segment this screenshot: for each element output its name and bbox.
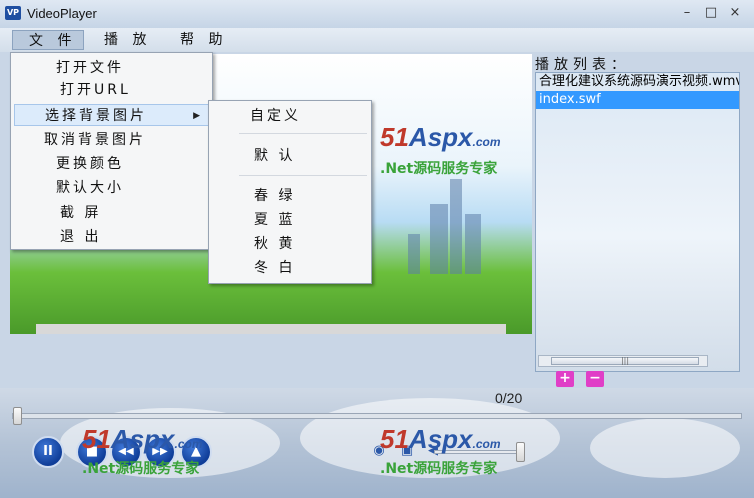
background-submenu: 自定义 默 认 春 绿 夏 蓝 秋 黄 冬 白	[208, 100, 372, 284]
submenu-arrow-icon: ▶	[193, 111, 200, 121]
menu-separator	[239, 175, 367, 176]
menu-file[interactable]: 文 件	[12, 30, 84, 50]
title-bar: VP VideoPlayer – □ ×	[0, 0, 754, 28]
building	[450, 179, 462, 274]
maximize-button[interactable]: □	[700, 4, 722, 22]
close-button[interactable]: ×	[724, 4, 746, 22]
submenu-winter-white[interactable]: 冬 白	[212, 257, 368, 279]
menu-default-size[interactable]: 默认大小	[14, 177, 209, 199]
watermark-logo: 51Aspx.com	[380, 122, 501, 152]
window-title: VideoPlayer	[27, 6, 97, 21]
menu-cancel-background[interactable]: 取消背景图片	[14, 129, 209, 151]
building	[430, 204, 448, 274]
seek-bar[interactable]	[12, 413, 742, 419]
app-logo-icon: VP	[5, 6, 21, 20]
watermark-tagline: .Net源码服务专家	[380, 461, 498, 477]
menu-open-url[interactable]: 打开URL	[14, 79, 209, 101]
cloud-decoration	[590, 418, 740, 478]
menu-help[interactable]: 帮 助	[180, 30, 227, 50]
menu-choose-background[interactable]: 选择背景图片 ▶	[14, 104, 209, 126]
playlist-item[interactable]: 合理化建议系统源码演示视频.wmv	[536, 73, 739, 91]
submenu-summer-blue[interactable]: 夏 蓝	[212, 209, 368, 231]
menu-exit[interactable]: 退 出	[14, 226, 209, 248]
watermark-tagline: .Net源码服务专家	[380, 161, 498, 177]
add-to-playlist-button[interactable]: +	[556, 371, 574, 387]
submenu-spring-green[interactable]: 春 绿	[212, 185, 368, 207]
menu-change-color[interactable]: 更换颜色	[14, 153, 209, 175]
submenu-custom[interactable]: 自定义	[212, 105, 368, 127]
file-menu-dropdown: 打开文件 打开URL 选择背景图片 ▶ 取消背景图片 更换颜色 默认大小 截 屏…	[10, 52, 213, 250]
menu-choose-background-label: 选择背景图片	[45, 108, 147, 124]
time-display: 0/20	[495, 390, 523, 406]
seek-handle[interactable]	[13, 407, 22, 425]
minimize-button[interactable]: –	[676, 4, 698, 22]
playlist-label: 播放列表：	[535, 57, 630, 73]
watermark-logo: 51Aspx.com	[380, 424, 501, 454]
menu-screenshot[interactable]: 截 屏	[14, 202, 209, 224]
building	[408, 234, 420, 274]
menu-bar: 文 件 播 放 帮 助	[0, 28, 754, 52]
playlist-item-selected[interactable]: index.swf	[536, 91, 739, 109]
volume-handle[interactable]	[516, 442, 525, 462]
submenu-default[interactable]: 默 认	[212, 145, 368, 167]
building	[465, 214, 481, 274]
menu-separator	[239, 133, 367, 134]
scrollbar-thumb[interactable]: |||	[551, 357, 699, 365]
remove-from-playlist-button[interactable]: −	[586, 371, 604, 387]
submenu-autumn-yellow[interactable]: 秋 黄	[212, 233, 368, 255]
playlist-hscrollbar[interactable]: |||	[538, 355, 708, 367]
app-window: VP VideoPlayer – □ × 文 件 播 放 帮 助 51Aspx.…	[0, 0, 754, 498]
video-shelf	[36, 324, 506, 334]
menu-open-file[interactable]: 打开文件	[14, 57, 209, 79]
watermark-tagline: .Net源码服务专家	[82, 461, 200, 477]
menu-play[interactable]: 播 放	[104, 30, 151, 50]
watermark-logo: 51Aspx.com	[82, 424, 203, 454]
playlist-box[interactable]: 合理化建议系统源码演示视频.wmv index.swf |||	[535, 72, 740, 372]
pause-button[interactable]: II	[32, 436, 64, 468]
